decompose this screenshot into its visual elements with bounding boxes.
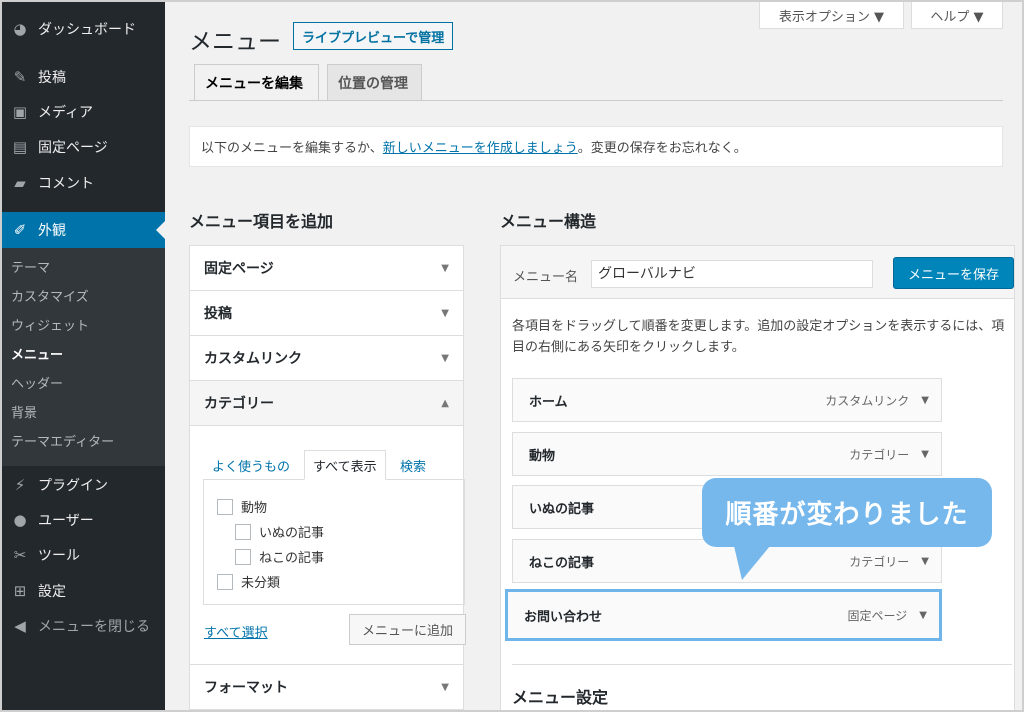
- sidebar-item-dashboard[interactable]: ◕ ダッシュボード: [2, 11, 165, 47]
- section-pages[interactable]: 固定ページ ▼: [190, 246, 463, 291]
- section-formats[interactable]: フォーマット ▼: [190, 664, 463, 709]
- submenu-item-customize[interactable]: カスタマイズ: [2, 283, 165, 312]
- wrench-icon: ✂: [13, 546, 27, 564]
- save-menu-button[interactable]: メニューを保存: [893, 257, 1014, 289]
- tab-divider: [189, 100, 1003, 101]
- submenu-item-themes[interactable]: テーマ: [2, 254, 165, 283]
- help-button[interactable]: ヘルプ ▼: [911, 2, 1003, 29]
- select-all-link[interactable]: すべて選択: [204, 622, 268, 641]
- submenu-item-background[interactable]: 背景: [2, 399, 165, 428]
- category-checkbox[interactable]: いぬの記事: [235, 522, 324, 541]
- screen-options-button[interactable]: 表示オプション ▼: [759, 2, 904, 29]
- page-title: メニュー: [189, 29, 281, 55]
- collapse-icon: ◀: [14, 617, 26, 635]
- tab-manage-locations[interactable]: 位置の管理: [327, 64, 422, 100]
- sidebar-item-users[interactable]: ● ユーザー: [2, 502, 165, 538]
- brush-icon: ✐: [13, 221, 27, 239]
- tab-search[interactable]: 検索: [400, 450, 426, 480]
- tab-edit-menus[interactable]: メニューを編集: [194, 64, 319, 101]
- user-icon: ●: [13, 511, 27, 529]
- submenu-item-menus[interactable]: メニュー: [2, 341, 165, 370]
- menu-name-bar: メニュー名 グローバルナビ メニューを保存: [501, 246, 1014, 299]
- category-checklist: 動物 いぬの記事 ねこの記事 未分類: [203, 479, 465, 605]
- menu-item-highlighted[interactable]: お問い合わせ 固定ページ ▼: [505, 589, 942, 641]
- main-content: 表示オプション ▼ ヘルプ ▼ メニュー ライブプレビューで管理 メニューを編集…: [165, 2, 1022, 710]
- page-icon: ▤: [12, 138, 28, 156]
- sidebar-item-plugins[interactable]: ⚡ プラグイン: [2, 467, 165, 503]
- drag-instructions: 各項目をドラッグして順番を変更します。追加の設定オプションを表示するには、項目の…: [512, 319, 1005, 355]
- section-custom-links[interactable]: カスタムリンク ▼: [190, 336, 463, 381]
- category-checkbox[interactable]: ねこの記事: [235, 547, 324, 566]
- chevron-up-icon: ▲: [441, 397, 449, 409]
- sidebar-item-tools[interactable]: ✂ ツール: [2, 537, 165, 573]
- category-checkbox[interactable]: 動物: [217, 497, 267, 516]
- chevron-down-icon[interactable]: ▼: [919, 610, 927, 621]
- browser-frame: ◕ ダッシュボード ✎ 投稿 ▣ メディア ▤ 固定ページ ▰ コメント ✐ 外観 テーマ …: [0, 0, 1024, 712]
- appearance-submenu: テーマ カスタマイズ ウィジェット メニュー ヘッダー 背景 テーマエディター: [2, 248, 165, 466]
- plugin-icon: ⚡: [14, 476, 26, 494]
- section-posts[interactable]: 投稿 ▼: [190, 291, 463, 336]
- menu-name-input[interactable]: グローバルナビ: [591, 260, 873, 288]
- add-to-menu-button[interactable]: メニューに追加: [349, 614, 466, 645]
- sidebar-item-comments[interactable]: ▰ コメント: [2, 165, 165, 201]
- structure-heading: メニュー構造: [500, 212, 597, 231]
- menu-item[interactable]: 動物 カテゴリー ▼: [512, 432, 942, 476]
- create-menu-link[interactable]: 新しいメニューを作成しましょう: [383, 137, 578, 156]
- section-categories[interactable]: カテゴリー ▲: [190, 381, 463, 426]
- live-preview-button[interactable]: ライブプレビューで管理: [293, 22, 454, 50]
- submenu-item-widgets[interactable]: ウィジェット: [2, 312, 165, 341]
- sidebar-item-posts[interactable]: ✎ 投稿: [2, 59, 165, 95]
- callout-tail: [734, 546, 770, 580]
- add-items-heading: メニュー項目を追加: [189, 212, 334, 231]
- add-items-accordion: 固定ページ ▼ 投稿 ▼ カスタムリンク ▼ カテゴリー ▲ よく使うもの すべて表示 …: [189, 245, 466, 710]
- submenu-item-header[interactable]: ヘッダー: [2, 370, 165, 399]
- chevron-down-icon: ▼: [441, 681, 449, 693]
- menu-name-label: メニュー名: [513, 270, 579, 285]
- sidebar-item-media[interactable]: ▣ メディア: [2, 94, 165, 130]
- settings-icon: ⊞: [13, 582, 27, 600]
- sidebar-item-appearance[interactable]: ✐ 外観: [2, 212, 165, 248]
- admin-sidebar: ◕ ダッシュボード ✎ 投稿 ▣ メディア ▤ 固定ページ ▰ コメント ✐ 外観 テーマ …: [2, 2, 165, 710]
- tab-view-all[interactable]: すべて表示: [304, 450, 386, 480]
- chevron-down-icon[interactable]: ▼: [921, 395, 929, 406]
- chevron-down-icon: ▼: [441, 262, 449, 274]
- categories-panel: よく使うもの すべて表示 検索 動物 いぬの記事 ねこの記事 未分類 すべて選択…: [190, 426, 466, 664]
- pin-icon: ✎: [13, 68, 27, 86]
- dashboard-icon: ◕: [13, 20, 27, 38]
- section-divider: [512, 664, 1012, 665]
- chevron-down-icon[interactable]: ▼: [921, 556, 929, 567]
- tab-most-used[interactable]: よく使うもの: [212, 450, 290, 480]
- collapse-menu-button[interactable]: ◀ メニューを閉じる: [2, 608, 165, 644]
- category-checkbox[interactable]: 未分類: [217, 572, 280, 591]
- sidebar-item-pages[interactable]: ▤ 固定ページ: [2, 129, 165, 165]
- submenu-item-theme-editor[interactable]: テーマエディター: [2, 428, 165, 457]
- chevron-down-icon: ▼: [441, 352, 449, 364]
- menu-item[interactable]: ホーム カスタムリンク ▼: [512, 378, 942, 422]
- notice-box: 以下のメニューを編集するか、 新しいメニューを作成しましょう 。変更の保存をお忘れな…: [189, 126, 1003, 167]
- menu-settings-heading: メニュー設定: [512, 688, 609, 707]
- media-icon: ▣: [12, 103, 28, 121]
- chevron-down-icon[interactable]: ▼: [921, 449, 929, 460]
- comment-icon: ▰: [14, 174, 26, 192]
- annotation-callout: 順番が変わりました: [702, 478, 992, 547]
- chevron-down-icon: ▼: [441, 307, 449, 319]
- sidebar-item-settings[interactable]: ⊞ 設定: [2, 573, 165, 609]
